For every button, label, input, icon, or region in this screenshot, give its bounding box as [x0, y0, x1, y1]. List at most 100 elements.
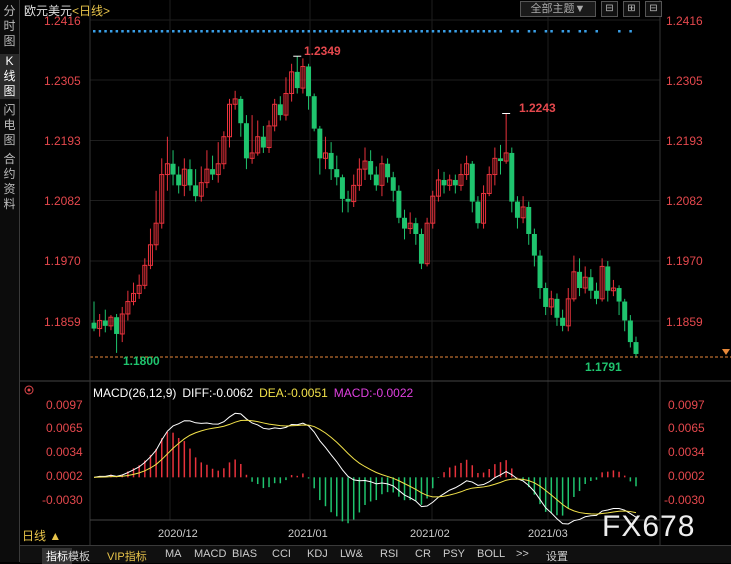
signal-dot	[397, 30, 401, 33]
signal-dot	[375, 30, 378, 33]
low-annotation: 1.1800	[123, 354, 160, 368]
tab-kdj[interactable]: KDJ	[307, 548, 328, 560]
candle-body	[396, 190, 402, 218]
candle-body	[554, 298, 560, 318]
price-tick: 1.2082	[666, 194, 703, 208]
maximize-icon[interactable]: ⊞	[623, 1, 640, 17]
signal-dot	[138, 30, 141, 33]
tab-flash-chart[interactable]: 闪电图	[0, 103, 19, 148]
candle-body	[193, 185, 199, 197]
signal-dot	[273, 30, 277, 33]
signal-dot	[200, 30, 203, 33]
signal-dot	[290, 30, 294, 33]
signal-dot	[544, 30, 548, 33]
signal-dot	[296, 30, 299, 33]
signal-dot	[268, 30, 271, 33]
signal-dot	[409, 30, 412, 33]
price-tick: 1.2305	[666, 74, 703, 88]
candle-body	[509, 152, 515, 202]
tab-bias[interactable]: BIAS	[232, 548, 257, 560]
candle-body	[560, 317, 566, 326]
tab-macd[interactable]: MACD	[194, 548, 226, 560]
signal-dot	[527, 30, 531, 33]
macd-tick: 0.0034	[668, 445, 705, 459]
candle-body	[345, 198, 351, 202]
signal-dot	[465, 30, 469, 33]
price-marker-icon	[722, 349, 730, 355]
macd-tick: 0.0002	[668, 469, 705, 483]
candle-body	[294, 71, 300, 89]
signal-dot	[313, 30, 316, 33]
signal-dot	[420, 30, 423, 33]
macd-tick: 0.0065	[46, 421, 83, 435]
candle-body	[243, 123, 249, 159]
candle-body	[537, 255, 543, 289]
candle-body	[187, 169, 193, 186]
candle-body	[514, 201, 520, 218]
price-tick: 1.2193	[44, 134, 81, 148]
price-tick: 1.2416	[44, 14, 81, 28]
restore-icon[interactable]: ⊟	[645, 1, 662, 17]
indicator-dot-icon	[27, 388, 31, 392]
watermark-logo: FX678	[602, 510, 696, 543]
price-tick: 1.2305	[44, 74, 81, 88]
macd-value: MACD:-0.0022	[333, 386, 414, 400]
signal-dot	[335, 30, 339, 33]
period-selector[interactable]: 日线 ▲	[22, 527, 61, 544]
theme-select-button[interactable]: 全部主题▼	[520, 1, 596, 17]
signal-dot	[262, 30, 265, 33]
candle-body	[588, 277, 594, 291]
tab-lw[interactable]: LW&	[340, 548, 363, 560]
signal-dot	[172, 30, 175, 33]
signal-dot	[126, 30, 130, 33]
signal-dot	[488, 30, 491, 33]
tab-psy[interactable]: PSY	[443, 548, 465, 560]
candle-body	[413, 223, 419, 234]
signal-dot	[369, 30, 373, 33]
macd-tick: 0.0097	[668, 398, 705, 412]
signal-dot	[121, 30, 124, 33]
candle-body	[238, 98, 244, 124]
tab-ma[interactable]: MA	[165, 548, 182, 560]
signal-dot	[386, 30, 390, 33]
signal-dot	[188, 30, 192, 33]
signal-dot	[426, 30, 429, 33]
signal-dot	[177, 30, 181, 33]
minimize-icon[interactable]: ⊟	[601, 1, 618, 17]
signal-dot	[352, 30, 356, 33]
signal-dot	[217, 30, 220, 33]
candlestick-series	[91, 55, 639, 358]
indicator-toolbar: 指标 模板 VIP指标 MA MACD BIAS CCI KDJ LW& RSI…	[20, 545, 731, 564]
chart-canvas[interactable]	[0, 0, 731, 562]
signal-dot	[347, 30, 350, 33]
signal-dot	[341, 30, 344, 33]
candle-body	[593, 290, 599, 299]
candle-body	[441, 179, 447, 186]
signal-dot	[567, 30, 570, 33]
candle-body	[176, 174, 182, 186]
price-tick: 1.1859	[666, 315, 703, 329]
tab-cci[interactable]: CCI	[272, 548, 291, 560]
candle-body	[605, 266, 611, 291]
price-tick: 1.1859	[44, 315, 81, 329]
high-annotation: 1.2349	[304, 44, 341, 58]
candle-body	[210, 169, 216, 175]
macd-tick: -0.0030	[42, 493, 83, 507]
tab-rsi[interactable]: RSI	[380, 548, 398, 560]
price-tick: 1.1970	[44, 254, 81, 268]
macd-legend: MACD(26,12,9) DIFF:-0.0062 DEA:-0.0051 MACD…	[93, 386, 419, 400]
signal-dot	[205, 30, 209, 33]
more-tabs-button[interactable]: >>	[516, 548, 529, 560]
candle-body	[368, 161, 374, 175]
signal-dot	[307, 30, 311, 33]
tab-cr[interactable]: CR	[415, 548, 431, 560]
signal-dot	[318, 30, 322, 33]
tab-timeshare[interactable]: 分时图	[0, 4, 19, 49]
signal-dot	[584, 30, 587, 33]
tab-kline[interactable]: K线图	[0, 54, 19, 99]
tab-boll[interactable]: BOLL	[477, 548, 505, 560]
tab-contract-info[interactable]: 合约资料	[0, 152, 19, 212]
signal-dot	[222, 30, 226, 33]
signal-dot	[443, 30, 446, 33]
macd-tick: 0.0002	[46, 469, 83, 483]
